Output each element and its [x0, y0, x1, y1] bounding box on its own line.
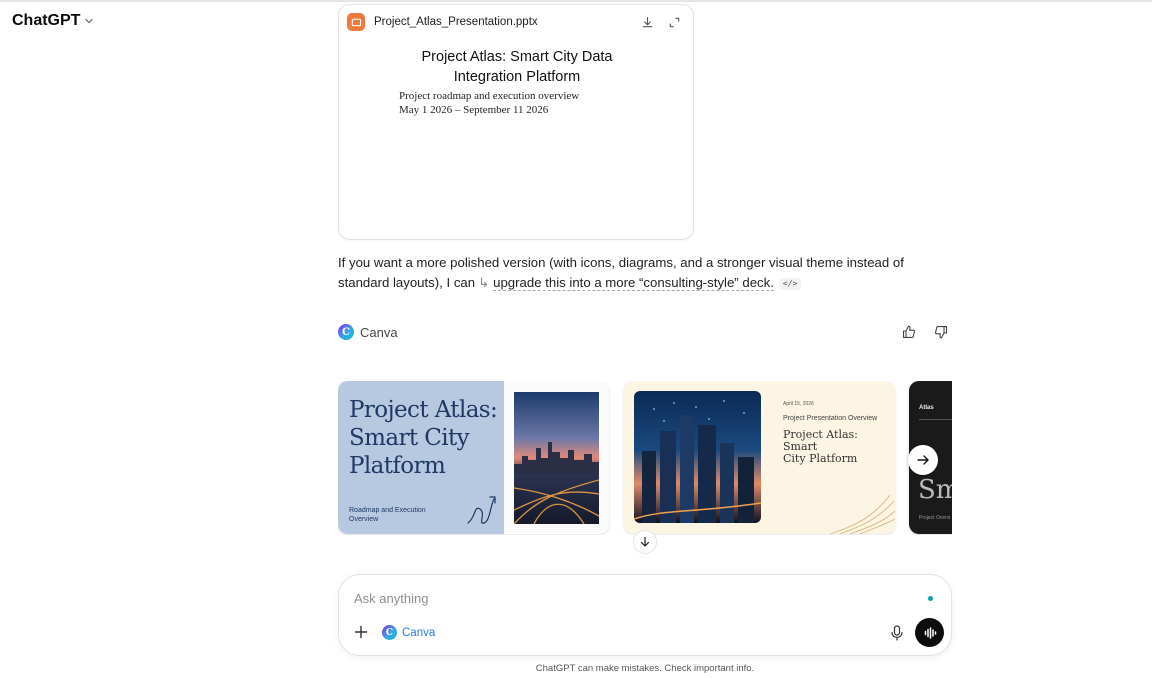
- swirl-decoration: [467, 496, 496, 524]
- assistant-message: If you want a more polished version (wit…: [338, 253, 952, 293]
- prompt-input[interactable]: [354, 588, 894, 608]
- thumbs-up-icon[interactable]: [901, 324, 917, 340]
- plus-icon[interactable]: [353, 624, 369, 640]
- microphone-icon[interactable]: [890, 625, 904, 641]
- presentation-file-icon: [347, 13, 365, 31]
- design-option-1[interactable]: Project Atlas: Smart City Platform Roadm…: [338, 381, 609, 534]
- design-overview-label: Project Presentation Overview: [783, 415, 878, 422]
- download-icon[interactable]: [641, 16, 654, 29]
- feedback-actions: [901, 324, 949, 340]
- city-skyline-image: [514, 392, 599, 524]
- arrow-down-icon: [640, 536, 650, 547]
- canva-label: Canva: [360, 324, 398, 340]
- expand-icon[interactable]: [668, 16, 681, 29]
- slide-subtitle: Project roadmap and execution overview M…: [399, 90, 580, 116]
- design-option-2[interactable]: April 15, 2026 Project Presentation Over…: [624, 381, 895, 534]
- model-switcher[interactable]: ChatGPT: [12, 12, 94, 30]
- code-chip[interactable]: </>: [778, 278, 802, 290]
- file-preview-card[interactable]: Project_Atlas_Presentation.pptx Project …: [338, 4, 694, 240]
- arrow-right-icon: [917, 455, 929, 465]
- design-title: Sma: [918, 475, 952, 505]
- design-title: Project Atlas: Smart City Platform: [783, 428, 858, 465]
- top-divider: [0, 0, 1152, 2]
- chevron-down-icon: [85, 18, 94, 24]
- design-title: Project Atlas: Smart City Platform: [349, 397, 498, 479]
- model-name: ChatGPT: [12, 12, 81, 29]
- disclaimer: ChatGPT can make mistakes. Check importa…: [535, 663, 755, 674]
- waveform-icon: [924, 626, 936, 639]
- tool-label: Canva: [402, 626, 436, 639]
- design-date: April 15, 2026: [783, 401, 814, 407]
- slide-title: Project Atlas: Smart City Data Integrati…: [421, 49, 613, 85]
- status-dot: [928, 596, 933, 601]
- file-name: Project_Atlas_Presentation.pptx: [374, 16, 538, 28]
- follow-up-suggestion-link[interactable]: upgrade this into a more “consulting-sty…: [493, 275, 774, 291]
- design-label: Atlas: [919, 405, 934, 411]
- voice-mode-button[interactable]: [915, 618, 944, 647]
- design-subtitle: Roadmap and Execution Overview: [349, 507, 426, 523]
- follow-up-arrow-icon: ↳: [478, 275, 490, 290]
- gold-wave-decoration: [829, 494, 895, 534]
- canva-tool-chip[interactable]: C Canva: [382, 625, 435, 640]
- canva-logo-icon: C: [338, 324, 354, 340]
- canva-logo-icon: C: [382, 625, 397, 640]
- message-composer: C Canva: [338, 574, 952, 656]
- design-carousel[interactable]: Project Atlas: Smart City Platform Roadm…: [338, 381, 952, 535]
- night-city-image: [634, 391, 761, 523]
- canva-app-header: C Canva: [338, 324, 398, 340]
- file-header: Project_Atlas_Presentation.pptx: [347, 11, 685, 33]
- design-rule: [919, 419, 952, 420]
- design-subtitle: Project Overvi: [919, 515, 951, 521]
- scroll-to-bottom-button[interactable]: [633, 530, 657, 554]
- thumbs-down-icon[interactable]: [933, 324, 949, 340]
- carousel-next-button[interactable]: [908, 445, 938, 475]
